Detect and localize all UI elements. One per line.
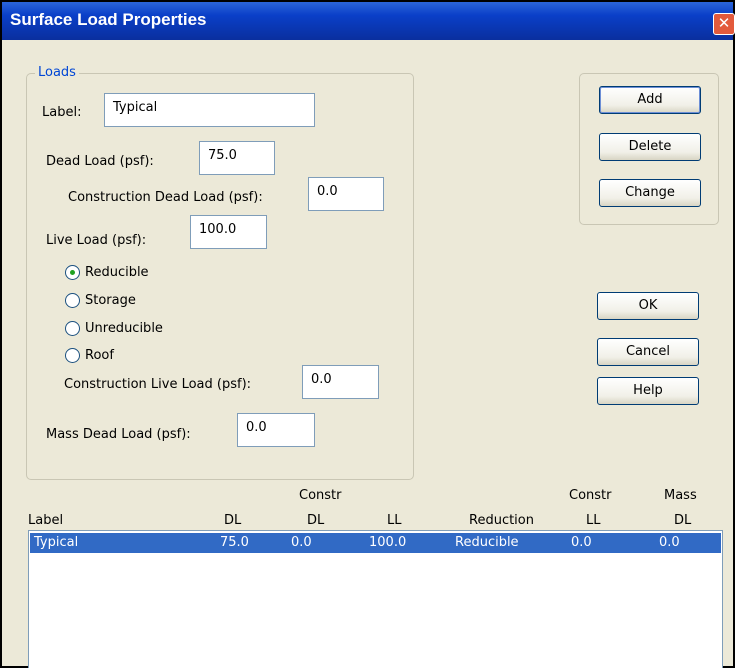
live-load-label: Live Load (psf):: [46, 233, 147, 248]
radio-reducible[interactable]: Reducible: [65, 265, 149, 280]
column-header-constr-ll-line1: Constr: [569, 488, 612, 503]
radio-storage[interactable]: Storage: [65, 293, 136, 308]
radio-storage-label: Storage: [85, 293, 136, 308]
cancel-button[interactable]: Cancel: [597, 338, 699, 366]
live-load-input[interactable]: 100.0: [190, 215, 267, 249]
radio-unreducible[interactable]: Unreducible: [65, 321, 163, 336]
construction-live-load-input[interactable]: 0.0: [302, 365, 379, 399]
cell-reduction: Reducible: [455, 535, 519, 550]
radio-roof-label: Roof: [85, 348, 114, 363]
dialog-window: Surface Load Properties ✕ Loads Label: T…: [0, 0, 735, 668]
mass-dead-load-label: Mass Dead Load (psf):: [46, 427, 191, 442]
radio-roof[interactable]: Roof: [65, 348, 114, 363]
column-header-ll[interactable]: LL: [387, 513, 402, 528]
ok-button[interactable]: OK: [597, 292, 699, 320]
add-button[interactable]: Add: [599, 86, 701, 114]
construction-dead-load-input[interactable]: 0.0: [308, 177, 384, 211]
window-title: Surface Load Properties: [10, 10, 207, 29]
close-icon: ✕: [717, 14, 731, 32]
radio-selected-icon: [65, 265, 80, 280]
column-header-mass-dl[interactable]: DL: [674, 513, 691, 528]
close-button[interactable]: ✕: [713, 13, 735, 35]
column-header-mass-dl-line1: Mass: [664, 488, 697, 503]
change-button[interactable]: Change: [599, 179, 701, 207]
radio-unreducible-label: Unreducible: [85, 321, 163, 336]
radio-unselected-icon: [65, 321, 80, 336]
construction-live-load-label: Construction Live Load (psf):: [64, 377, 252, 392]
cell-constr-dl: 0.0: [291, 535, 312, 550]
construction-dead-load-label: Construction Dead Load (psf):: [68, 190, 263, 205]
help-button[interactable]: Help: [597, 377, 699, 405]
table-row[interactable]: Typical 75.0 0.0 100.0 Reducible 0.0 0.0: [30, 533, 721, 553]
label-input[interactable]: Typical: [104, 93, 315, 127]
cell-label: Typical: [34, 535, 79, 550]
column-header-reduction[interactable]: Reduction: [469, 513, 534, 528]
column-header-constr-dl-line1: Constr: [299, 488, 342, 503]
mass-dead-load-input[interactable]: 0.0: [237, 413, 315, 447]
label-field-label: Label:: [42, 105, 82, 120]
title-bar[interactable]: Surface Load Properties ✕: [2, 2, 735, 40]
cell-constr-ll: 0.0: [571, 535, 592, 550]
radio-reducible-label: Reducible: [85, 265, 149, 280]
loads-legend: Loads: [35, 65, 79, 80]
radio-unselected-icon: [65, 293, 80, 308]
cell-mass-dl: 0.0: [659, 535, 680, 550]
delete-button[interactable]: Delete: [599, 133, 701, 161]
dead-load-input[interactable]: 75.0: [199, 141, 275, 175]
column-header-dl[interactable]: DL: [224, 513, 241, 528]
cell-dl: 75.0: [220, 535, 249, 550]
column-header-constr-ll[interactable]: LL: [586, 513, 601, 528]
column-header-constr-dl[interactable]: DL: [307, 513, 324, 528]
radio-unselected-icon: [65, 348, 80, 363]
cell-ll: 100.0: [369, 535, 407, 550]
surface-loads-list[interactable]: Typical 75.0 0.0 100.0 Reducible 0.0 0.0: [28, 530, 723, 668]
column-header-label[interactable]: Label: [28, 513, 63, 528]
dead-load-label: Dead Load (psf):: [46, 154, 154, 169]
